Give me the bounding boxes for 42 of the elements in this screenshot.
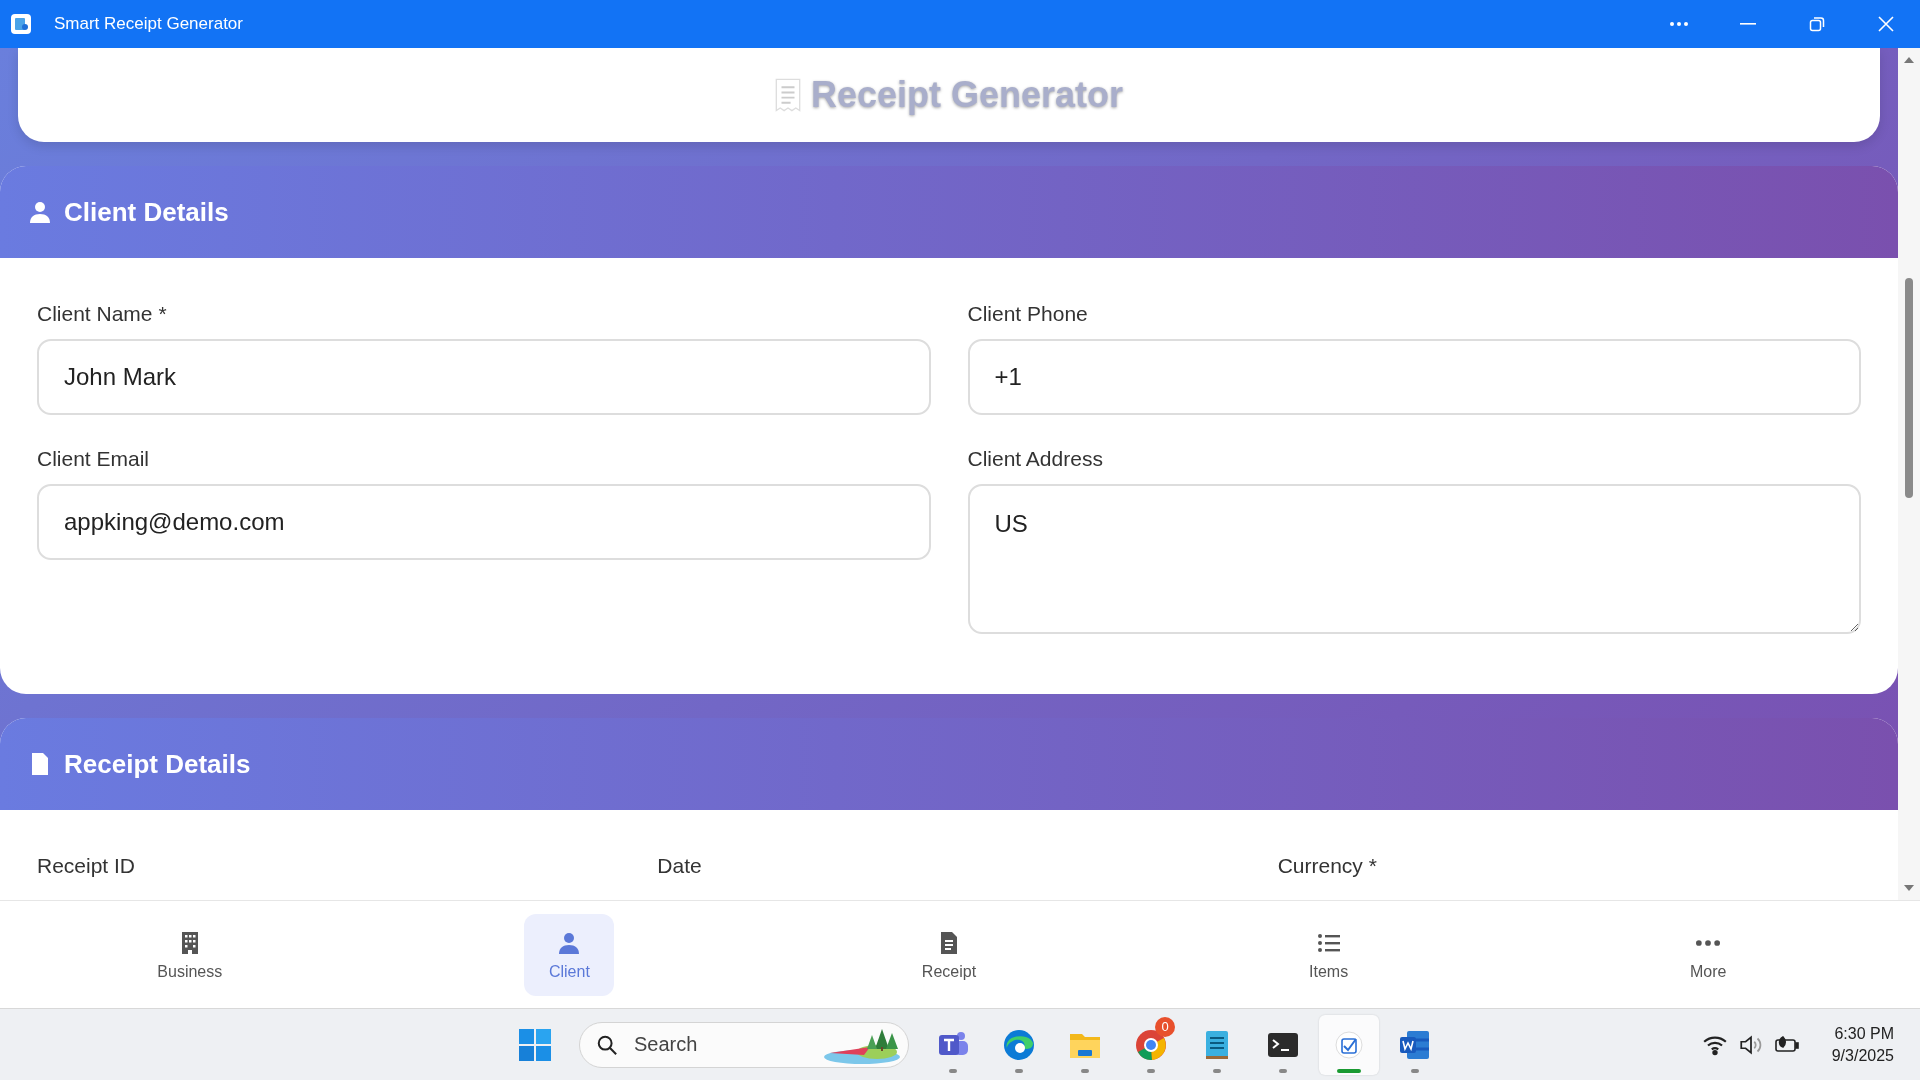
field-label: Currency * bbox=[1277, 854, 1378, 878]
nav-tab[interactable]: Items bbox=[1283, 913, 1374, 996]
search-bar[interactable]: Search bbox=[579, 1021, 909, 1068]
nav-tab[interactable]: Receipt bbox=[904, 913, 994, 996]
clock-time: 6:30 PM bbox=[1834, 1023, 1894, 1044]
window-title: Smart Receipt Generator bbox=[54, 14, 243, 34]
more-icon bbox=[1668, 21, 1689, 27]
volume-icon[interactable] bbox=[1737, 1033, 1764, 1056]
browser-icon bbox=[1002, 1027, 1036, 1062]
app-icon bbox=[11, 14, 31, 34]
section-title: Client Details bbox=[64, 196, 229, 228]
notification-badge: 0 bbox=[1155, 1016, 1175, 1037]
app-heading: Receipt Generator bbox=[810, 74, 1124, 116]
text-field[interactable]: John Mark bbox=[37, 339, 931, 415]
field-label: Receipt ID bbox=[37, 854, 137, 878]
person-icon bbox=[28, 199, 52, 225]
scrollbar-thumb[interactable] bbox=[1905, 278, 1913, 498]
field-label: Date bbox=[657, 854, 703, 878]
nav-tab[interactable]: More bbox=[1663, 913, 1754, 996]
scrollbar[interactable] bbox=[1898, 48, 1920, 900]
search-field[interactable]: Search bbox=[632, 1032, 786, 1057]
nav-tab[interactable]: Client bbox=[524, 913, 615, 996]
nav-tab[interactable]: Business bbox=[144, 913, 235, 996]
restore-icon bbox=[1808, 16, 1825, 32]
text-area[interactable]: US bbox=[967, 484, 1861, 634]
field-label: Client Email bbox=[37, 447, 151, 471]
close-icon bbox=[1877, 16, 1894, 32]
scroll-down-icon[interactable] bbox=[1903, 884, 1915, 892]
section-title: Receipt Details bbox=[64, 748, 251, 780]
taskbar-app[interactable]: 0 bbox=[1121, 1014, 1181, 1075]
receipt-icon bbox=[774, 78, 801, 112]
field-label: Client Address bbox=[967, 447, 1104, 471]
field-label: Client Name * bbox=[37, 302, 168, 326]
search-icon bbox=[596, 1033, 618, 1056]
minimize-icon bbox=[1739, 23, 1756, 25]
clock-date: 9/3/2025 bbox=[1831, 1045, 1894, 1066]
windows-logo-icon bbox=[518, 1027, 552, 1062]
dots-icon bbox=[1696, 939, 1721, 946]
text-field[interactable]: appking@demo.com bbox=[37, 484, 931, 560]
scroll-up-icon[interactable] bbox=[1903, 56, 1915, 64]
text-field[interactable]: +1 bbox=[967, 339, 1861, 415]
field-label: Client Phone bbox=[967, 302, 1089, 326]
